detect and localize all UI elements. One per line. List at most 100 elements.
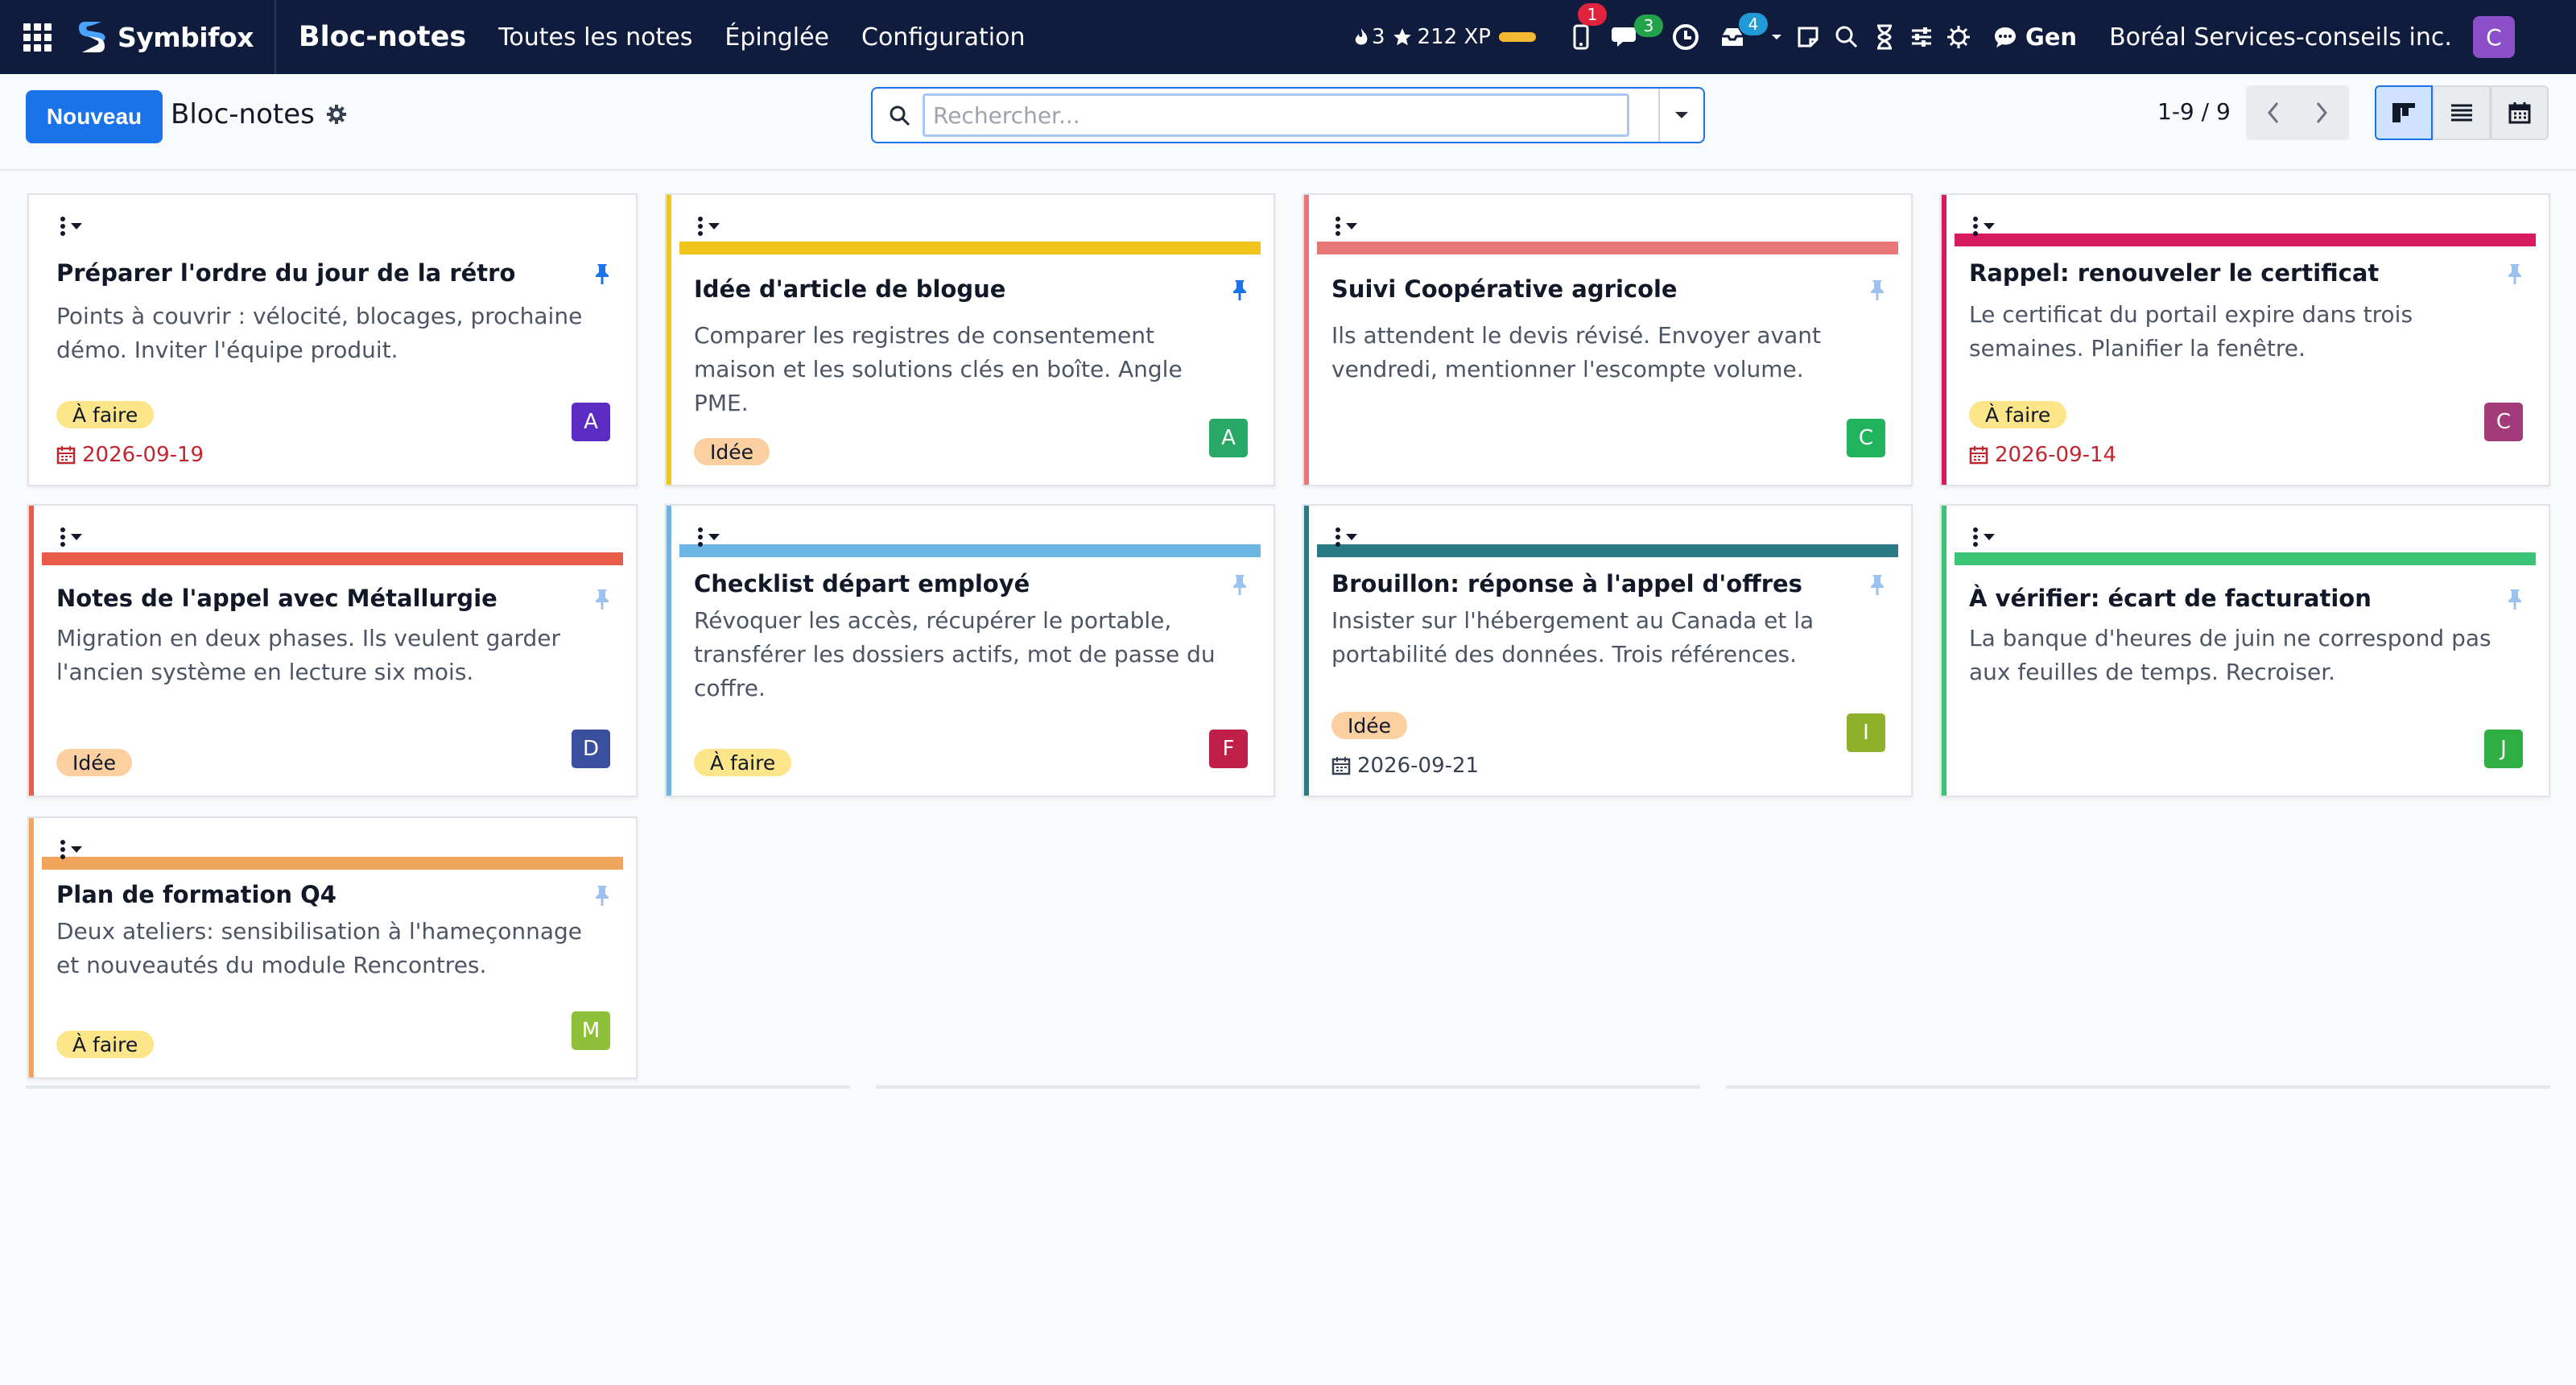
note-title: Préparer l'ordre du jour de la rétro (56, 259, 516, 287)
pin-icon[interactable] (2505, 263, 2524, 285)
control-panel: Nouveau Bloc-notes 1-9 / 9 (0, 74, 2576, 171)
sticky-note-icon (1798, 27, 1818, 48)
note-title: Brouillon: réponse à l'appel d'offres (1331, 570, 1802, 597)
activity-button[interactable] (1665, 0, 1707, 74)
card-dropdown-icon[interactable] (1971, 216, 2003, 237)
pin-icon[interactable] (2505, 588, 2524, 610)
systray-caret-button[interactable] (1765, 0, 1789, 74)
ghost-row (1726, 1085, 2550, 1089)
messages-button[interactable]: 3 (1607, 0, 1663, 74)
card-dropdown-icon[interactable] (696, 216, 728, 237)
phone-badge: 1 (1577, 3, 1607, 26)
note-title: À vérifier: écart de facturation (1969, 585, 2372, 612)
calendar-icon (1969, 446, 1988, 465)
view-kanban-button[interactable] (2375, 85, 2433, 140)
note-color-bar (42, 857, 623, 870)
phone-button[interactable]: 1 (1560, 0, 1607, 74)
pager-value[interactable]: 1-9 / 9 (2157, 98, 2231, 125)
pin-icon[interactable] (592, 588, 612, 610)
notes-button[interactable] (1789, 0, 1827, 74)
pin-icon[interactable] (1868, 279, 1887, 301)
note-card[interactable]: Idée d'article de blogue Comparer les reg… (665, 193, 1275, 486)
note-tag: À faire (56, 401, 155, 428)
card-dropdown-icon[interactable] (1333, 216, 1365, 237)
note-date: 2026-09-21 (1357, 754, 1480, 778)
note-color-stripe (1304, 506, 1309, 796)
note-owner-avatar[interactable]: I (1847, 713, 1885, 752)
note-card[interactable]: Checklist départ employé Révoquer les acc… (665, 504, 1275, 797)
search-options-toggle[interactable] (1658, 89, 1703, 142)
note-card[interactable]: Rappel: renouveler le certificat Le certi… (1940, 193, 2550, 486)
note-color-stripe (667, 195, 671, 485)
note-title: Plan de formation Q4 (56, 881, 336, 908)
user-avatar[interactable]: C (2472, 16, 2515, 58)
note-tag: À faire (1969, 401, 2067, 428)
gear-icon[interactable] (326, 104, 347, 125)
note-owner-avatar[interactable]: F (1209, 730, 1248, 768)
pin-icon[interactable] (592, 263, 612, 285)
systray: 3 212 XP 1 3 4 Gen Boréal Services-conse… (1352, 0, 2515, 74)
menu-configuration[interactable]: Configuration (861, 23, 1025, 52)
note-color-stripe (667, 506, 671, 796)
note-card[interactable]: Suivi Coopérative agricole Ils attendent … (1302, 193, 1913, 486)
note-owner-avatar[interactable]: M (572, 1011, 610, 1050)
card-dropdown-icon[interactable] (1333, 527, 1365, 548)
kanban-icon (2392, 103, 2415, 122)
note-color-bar (679, 242, 1261, 254)
note-owner-avatar[interactable]: C (2484, 403, 2523, 441)
caret-down-icon (1675, 112, 1688, 118)
chevron-left-icon (2268, 102, 2279, 123)
note-color-stripe (1942, 506, 1946, 796)
new-button[interactable]: Nouveau (26, 90, 163, 143)
note-color-stripe (29, 818, 34, 1077)
brand-name: Symbifox (118, 21, 254, 53)
speech-bubble-icon (1994, 27, 2016, 48)
menu-pinned[interactable]: Épinglée (724, 23, 829, 52)
card-dropdown-icon[interactable] (58, 216, 90, 237)
note-card[interactable]: Plan de formation Q4 Deux ateliers: sensi… (27, 817, 638, 1079)
pin-icon[interactable] (592, 884, 612, 907)
card-dropdown-icon[interactable] (1971, 527, 2003, 548)
company-switcher[interactable]: Boréal Services-conseils inc. (2109, 23, 2452, 52)
note-deadline: 2026-09-21 (1331, 754, 1479, 778)
note-owner-avatar[interactable]: A (1209, 419, 1248, 457)
sliders-icon (1911, 27, 1931, 47)
pin-icon[interactable] (1230, 573, 1249, 596)
note-owner-avatar[interactable]: D (572, 730, 610, 768)
note-card[interactable]: Notes de l'appel avec Métallurgie Migrati… (27, 504, 638, 797)
pin-icon[interactable] (1868, 573, 1887, 596)
gen-button[interactable]: Gen (1993, 23, 2077, 51)
settings-sliders-button[interactable] (1903, 0, 1940, 74)
app-menu-button[interactable] (0, 0, 74, 74)
menu-all-notes[interactable]: Toutes les notes (498, 23, 692, 52)
search-icon (1835, 26, 1857, 48)
view-list-button[interactable] (2433, 85, 2491, 140)
calendar-icon (1331, 757, 1351, 775)
view-calendar-button[interactable] (2491, 85, 2549, 140)
note-color-bar (1317, 242, 1898, 254)
phone-icon (1573, 24, 1589, 50)
card-dropdown-icon[interactable] (696, 527, 728, 548)
pager-next-button[interactable] (2294, 85, 2349, 140)
gamification-widget[interactable]: 3 212 XP (1352, 25, 1536, 49)
note-card[interactable]: Brouillon: réponse à l'appel d'offres Ins… (1302, 504, 1913, 797)
note-body: Insister sur l'hébergement au Canada et … (1331, 607, 1814, 668)
search-input[interactable] (923, 93, 1629, 137)
card-dropdown-icon[interactable] (58, 839, 90, 860)
brand[interactable]: Symbifox (74, 0, 276, 74)
timer-button[interactable] (1866, 0, 1903, 74)
card-dropdown-icon[interactable] (58, 527, 90, 548)
pager-previous-button[interactable] (2246, 85, 2301, 140)
note-card[interactable]: Préparer l'ordre du jour de la rétro Poin… (27, 193, 638, 486)
note-owner-avatar[interactable]: C (1847, 419, 1885, 457)
theme-button[interactable] (1940, 0, 1977, 74)
note-card[interactable]: À vérifier: écart de facturation La banqu… (1940, 504, 2550, 797)
inbox-button[interactable]: 4 (1711, 0, 1768, 74)
note-owner-avatar[interactable]: J (2484, 730, 2523, 768)
note-owner-avatar[interactable]: A (572, 403, 610, 441)
search-button[interactable] (1827, 0, 1866, 74)
note-title: Rappel: renouveler le certificat (1969, 259, 2380, 287)
xp-value: 212 XP (1417, 25, 1491, 49)
app-title[interactable]: Bloc-notes (299, 21, 466, 53)
pin-icon[interactable] (1230, 279, 1249, 301)
